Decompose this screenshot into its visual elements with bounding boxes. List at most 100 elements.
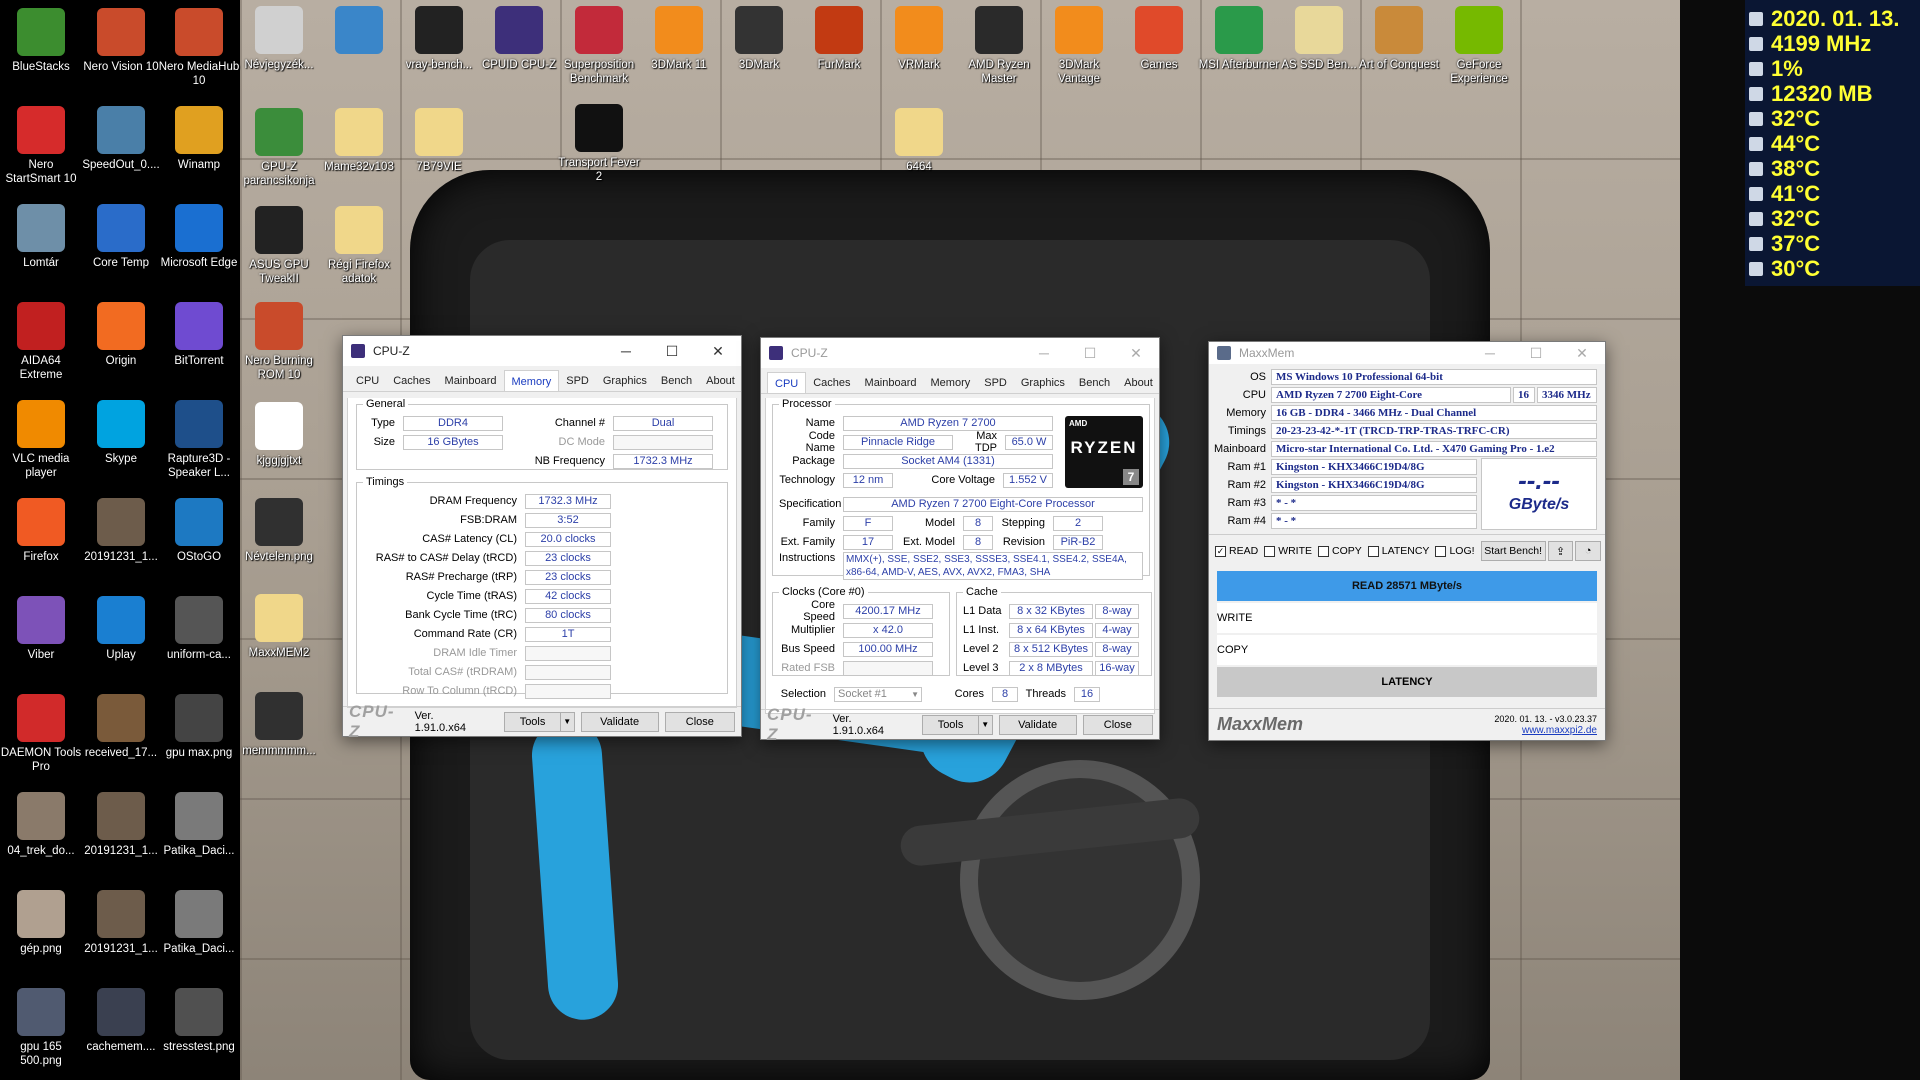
desktop-icon[interactable]: Nero Vision 10 [80,8,162,74]
tab-spd[interactable]: SPD [977,372,1014,393]
desktop-icon[interactable]: kjggjgjtxt [238,402,320,468]
validate-button[interactable]: Validate [998,714,1077,735]
upload-icon[interactable]: ⇪ [1547,541,1574,561]
desktop-icon[interactable]: Patika_Daci... [158,792,240,858]
selection-dropdown[interactable]: Socket #1 ▼ [834,686,922,702]
close-icon[interactable]: ✕ [1113,338,1159,368]
desktop-icon[interactable]: gpu max.png [158,694,240,760]
chevron-down-icon[interactable]: ▼ [911,688,919,701]
desktop-icon[interactable]: stresstest.png [158,988,240,1054]
desktop-icon[interactable]: FurMark [798,6,880,72]
desktop-icon[interactable]: 04_trek_do... [0,792,82,858]
desktop-icon[interactable]: 3DMark [718,6,800,72]
checkbox[interactable]: ✓ [1215,545,1226,557]
desktop-icon[interactable]: Nero Burning ROM 10 [238,302,320,382]
desktop-icon[interactable]: Transport Fever 2 [558,104,640,184]
desktop-icon[interactable]: Uplay [80,596,162,662]
cpuz-cpu-window[interactable]: CPU-Z ─ ☐ ✕ CPU Caches Mainboard Memory SPD G… [760,337,1160,744]
desktop-icon[interactable]: Patika_Daci... [158,890,240,956]
tab-cpu[interactable]: CPU [349,370,386,391]
cpuz-cpu-titlebar[interactable]: CPU-Z ─ ☐ ✕ [761,338,1159,368]
desktop-icon[interactable]: uniform-ca... [158,596,240,662]
tab-bench[interactable]: Bench [1072,372,1117,393]
checkbox[interactable] [1264,545,1276,557]
tab-caches[interactable]: Caches [386,370,437,391]
desktop-icon[interactable]: Névtelen.png [238,498,320,564]
minimize-icon[interactable]: ─ [1467,342,1513,364]
desktop-icon[interactable]: GeForce Experience [1438,6,1520,86]
checkbox[interactable] [1318,545,1330,557]
tab-mainboard[interactable]: Mainboard [438,370,504,391]
maximize-icon[interactable]: ☐ [649,336,695,366]
desktop-icon[interactable]: GPU-Z parancsikonja [238,108,320,188]
close-icon[interactable]: ✕ [1559,342,1605,364]
desktop-icon[interactable]: BitTorrent [158,302,240,368]
desktop-icon[interactable]: 3DMark 11 [638,6,720,72]
start-bench-button[interactable]: Start Bench! [1480,541,1546,561]
maxxmem-website-link[interactable]: www.maxxpi2.de [1494,725,1597,737]
desktop-icon[interactable]: SpeedOut_0.... [80,106,162,172]
maxxmem-titlebar[interactable]: MaxxMem ─ ☐ ✕ [1209,342,1605,364]
desktop-icon[interactable]: BlueStacks [0,8,82,74]
desktop-icon[interactable]: VRMark [878,6,960,72]
maximize-icon[interactable]: ☐ [1513,342,1559,364]
desktop-icon[interactable]: MaxxMEM2 [238,594,320,660]
desktop-icon[interactable]: 7B79VIE [398,108,480,174]
desktop-icon[interactable]: received_17... [80,694,162,760]
tools-dropdown-icon[interactable]: ▼ [978,714,993,735]
desktop-icon[interactable]: OStoGO [158,498,240,564]
cpuz-memory-titlebar[interactable]: CPU-Z ─ ☐ ✕ [343,336,741,366]
desktop-icon[interactable]: Lomtár [0,204,82,270]
tab-about[interactable]: About [1117,372,1160,393]
desktop-icon[interactable]: Nero MediaHub 10 [158,8,240,88]
gauge-icon[interactable]: ◔ [1575,541,1601,561]
tab-mainboard[interactable]: Mainboard [858,372,924,393]
desktop-icon[interactable]: Mame32v103 [318,108,400,174]
desktop-icon[interactable]: Viber [0,596,82,662]
close-button[interactable]: Close [1082,714,1153,735]
desktop-icon[interactable]: Firefox [0,498,82,564]
desktop-icon[interactable]: Névjegyzék... [238,6,320,72]
tab-cpu[interactable]: CPU [767,372,807,393]
desktop-icon[interactable]: AIDA64 Extreme [0,302,82,382]
desktop-icon[interactable]: Winamp [158,106,240,172]
desktop-icon[interactable]: Microsoft Edge [158,204,240,270]
desktop-icon[interactable]: Superposition Benchmark [558,6,640,86]
desktop-icon[interactable]: memmmmm... [238,692,320,758]
desktop-icon[interactable]: 20191231_1... [80,498,162,564]
desktop-icon[interactable]: AS SSD Ben... [1278,6,1360,72]
desktop-icon[interactable]: Rapture3D - Speaker L... [158,400,240,480]
maxxmem-window[interactable]: MaxxMem ─ ☐ ✕ OS MS Windows 10 Professio… [1208,341,1606,741]
tools-button[interactable]: Tools [504,711,561,732]
cpuz-memory-window[interactable]: CPU-Z ─ ☐ ✕ CPU Caches Mainboard Memory SPD G… [342,335,742,741]
desktop-icon[interactable]: DAEMON Tools Pro [0,694,82,774]
desktop-icon[interactable]: Games [1118,6,1200,72]
close-button[interactable]: Close [664,711,735,732]
desktop-icon[interactable]: AMD Ryzen Master [958,6,1040,86]
tab-memory[interactable]: Memory [924,372,978,393]
tools-dropdown-icon[interactable]: ▼ [560,711,575,732]
desktop-icon[interactable]: Origin [80,302,162,368]
tab-about[interactable]: About [699,370,742,391]
desktop-icon[interactable]: gép.png [0,890,82,956]
desktop-icon[interactable]: Nero StartSmart 10 [0,106,82,186]
desktop-icon[interactable]: ASUS GPU TweakII [238,206,320,286]
desktop-icon[interactable]: cachemem.... [80,988,162,1054]
tab-caches[interactable]: Caches [806,372,857,393]
tab-graphics[interactable]: Graphics [1014,372,1072,393]
bench-option-write[interactable]: WRITE [1264,545,1312,557]
tab-graphics[interactable]: Graphics [596,370,654,391]
tab-bench[interactable]: Bench [654,370,699,391]
desktop-icon[interactable]: Core Temp [80,204,162,270]
validate-button[interactable]: Validate [580,711,659,732]
checkbox[interactable] [1367,545,1379,557]
desktop-icon[interactable]: Art of Conquest [1358,6,1440,72]
desktop-icon[interactable]: 20191231_1... [80,792,162,858]
desktop-icon[interactable] [318,6,400,58]
bench-option-read[interactable]: ✓ READ [1215,545,1258,557]
desktop-icon[interactable]: Skype [80,400,162,466]
close-icon[interactable]: ✕ [695,336,741,366]
checkbox[interactable] [1435,545,1447,557]
desktop-icon[interactable]: 3DMark Vantage [1038,6,1120,86]
tab-spd[interactable]: SPD [559,370,596,391]
